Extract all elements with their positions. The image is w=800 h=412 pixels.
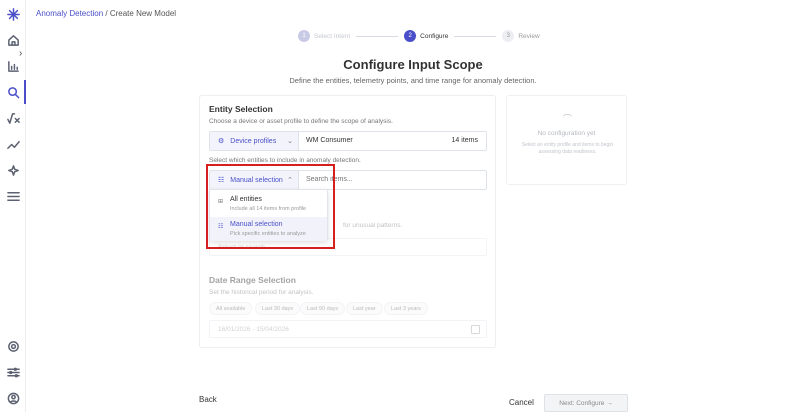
- page-subtitle: Define the entities, telemetry points, a…: [289, 76, 537, 85]
- home-icon[interactable]: [6, 33, 20, 47]
- chevron-down-icon: ⌄: [287, 138, 293, 145]
- breadcrumb-separator: /: [103, 9, 110, 18]
- menu-item-label: Manual selection: [230, 221, 283, 228]
- telemetry-hint: for unusual patterns.: [343, 222, 403, 229]
- chevron-up-icon: ⌃: [287, 177, 293, 184]
- menu-item-description: Include all 14 items from profile: [230, 206, 307, 212]
- chip-all-available[interactable]: All available: [209, 302, 253, 315]
- page-title: Configure Input Scope: [343, 57, 483, 72]
- selection-mode-menu: ⊞ All entities Include all 14 items from…: [209, 189, 328, 241]
- chip-last-3-years[interactable]: Last 3 years: [384, 302, 428, 315]
- selection-mode-label: Manual selection: [230, 176, 283, 184]
- profile-type-label: Device profiles: [230, 137, 277, 145]
- date-range-value: 16/01/2026 - 15/04/2026: [218, 326, 289, 333]
- step-number: 3: [502, 30, 515, 42]
- profile-value[interactable]: WM Consumer: [306, 137, 353, 144]
- user-icon[interactable]: [6, 391, 20, 405]
- grid-icon: ⊞: [218, 199, 224, 205]
- search-analytics-icon[interactable]: [6, 85, 20, 99]
- device-icon: ⚙: [218, 138, 225, 145]
- menu-icon[interactable]: [6, 189, 20, 203]
- chip-last-90-days[interactable]: Last 90 days: [300, 302, 346, 315]
- step-label: Review: [518, 32, 540, 40]
- stepper: 1 Select Intent 2 Configure 3 Review: [298, 30, 540, 42]
- profile-type-dropdown[interactable]: ⚙ Device profiles ⌄: [210, 132, 299, 150]
- back-button[interactable]: Back: [199, 395, 217, 404]
- entity-select-hint: Select which entities to include in anom…: [209, 157, 361, 164]
- logo-icon[interactable]: [6, 7, 20, 21]
- breadcrumb: Anomaly Detection / Create New Model: [36, 9, 176, 18]
- menu-item-all-entities[interactable]: ⊞ All entities Include all 14 items from…: [210, 192, 327, 216]
- entity-section-title: Entity Selection: [209, 104, 273, 114]
- profile-count[interactable]: 14 items: [452, 137, 478, 144]
- date-range-input[interactable]: 16/01/2026 - 15/04/2026: [209, 320, 487, 338]
- readiness-title: No configuration yet: [537, 130, 596, 137]
- menu-item-description: Pick specific entities to analyze: [230, 231, 306, 237]
- step-label: Configure: [420, 32, 449, 40]
- step-number: 2: [404, 30, 417, 42]
- entity-section-description: Choose a device or asset profile to defi…: [209, 118, 393, 125]
- entity-search-input[interactable]: [306, 176, 476, 183]
- trend-icon[interactable]: [6, 137, 20, 151]
- list-icon: ☷: [218, 177, 225, 184]
- chart-placeholder-icon: ⌒: [563, 114, 573, 124]
- sparkle-icon[interactable]: [6, 163, 20, 177]
- date-range-description: Set the historical period for analysis.: [209, 289, 314, 296]
- formula-icon[interactable]: [6, 111, 20, 125]
- telemetry-placeholder: Select or search...: [218, 244, 271, 251]
- step-label: Select Intent: [314, 32, 351, 40]
- list-icon: ☷: [218, 224, 224, 230]
- cancel-button[interactable]: Cancel: [509, 398, 534, 407]
- chip-last-30-days[interactable]: Last 30 days: [255, 302, 301, 315]
- chip-last-year[interactable]: Last year: [346, 302, 383, 315]
- sliders-icon[interactable]: [6, 365, 20, 379]
- calendar-icon[interactable]: [471, 325, 480, 334]
- settings-icon[interactable]: [6, 339, 20, 353]
- date-range-title: Date Range Selection: [209, 275, 296, 285]
- profile-selector: ⚙ Device profiles ⌄ WM Consumer 14 items: [209, 131, 487, 151]
- step-select-intent[interactable]: 1 Select Intent: [298, 30, 350, 42]
- next-configure-button[interactable]: Next: Configure →: [544, 394, 628, 412]
- menu-item-manual-selection[interactable]: ☷ Manual selection Pick specific entitie…: [210, 217, 327, 241]
- selection-mode-dropdown[interactable]: ☷ Manual selection ⌃: [210, 171, 299, 189]
- breadcrumb-current: Create New Model: [109, 9, 177, 18]
- entity-mode-row: ☷ Manual selection ⌃: [209, 170, 487, 190]
- breadcrumb-parent-link[interactable]: Anomaly Detection: [36, 9, 103, 18]
- step-number: 1: [298, 30, 310, 42]
- step-connector: [454, 35, 497, 37]
- step-connector: [356, 35, 399, 37]
- readiness-panel: ⌒ No configuration yet Select an entity …: [506, 95, 627, 185]
- menu-item-label: All entities: [230, 196, 262, 203]
- step-configure[interactable]: 2 Configure: [404, 30, 448, 42]
- step-review[interactable]: 3 Review: [502, 30, 540, 42]
- readiness-description: Select an entity profile and items to be…: [521, 142, 614, 155]
